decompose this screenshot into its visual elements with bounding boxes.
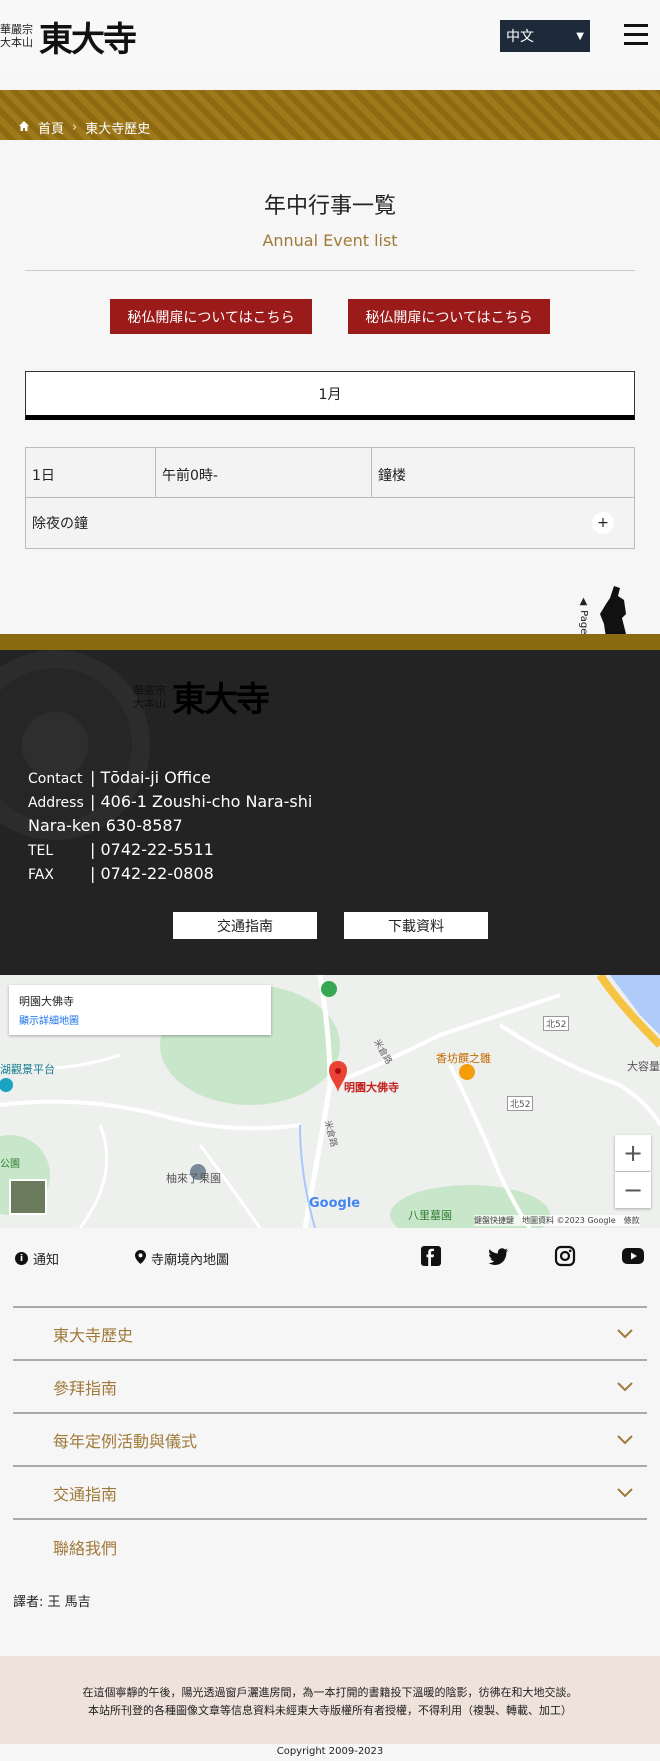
home-icon (18, 120, 30, 136)
info-icon: i (15, 1252, 28, 1265)
notice-link[interactable]: i 通知 (15, 1249, 59, 1268)
map-label-lake: 湖觀景平台 (0, 1063, 55, 1076)
accordion-item-annual-events[interactable]: 每年定例活動與儀式 (13, 1414, 647, 1467)
accordion-item-contact[interactable]: 聯絡我們 (13, 1520, 647, 1573)
map-pin-label: 明園大佛寺 (344, 1081, 399, 1094)
contact-value: | Tōdai-ji Office (90, 768, 211, 787)
google-map[interactable]: 明園大佛寺 顯示詳細地圖 明園大佛寺 湖觀景平台 柚來了果園 香坊饌之雛 公園 … (0, 975, 660, 1228)
map-label-right: 大容量 (627, 1060, 660, 1073)
site-header: 華嚴宗 大本山 東大寺 中文 ▼ (0, 0, 660, 72)
event-date: 1日 (26, 448, 156, 497)
map-label-north52b: 北52 (507, 1096, 534, 1111)
chevron-down-icon (617, 1434, 633, 1444)
fax-label: FAX (28, 867, 54, 883)
accordion-item-visit-guide[interactable]: 參拜指南 (13, 1361, 647, 1414)
twitter-icon[interactable] (487, 1245, 509, 1267)
accordion-label: 參拜指南 (53, 1378, 118, 1398)
tel-label: TEL (28, 843, 54, 859)
accordion-label: 聯絡我們 (53, 1538, 118, 1558)
month-tab[interactable]: 1月 (25, 371, 635, 420)
secret-buddha-button-right[interactable]: 秘仏開扉についてはこちら (348, 299, 550, 334)
event-time: 午前0時- (156, 448, 372, 497)
footer-logo-big-text: 東大寺 (172, 680, 270, 720)
divider (25, 270, 635, 271)
fax-value: | 0742-22-0808 (90, 864, 214, 883)
google-logo: Google (309, 1196, 361, 1211)
copyright: Copyright 2009-2023 (0, 1744, 660, 1761)
tel-value[interactable]: | 0742-22-5511 (90, 840, 214, 859)
instagram-icon[interactable] (554, 1245, 576, 1267)
chevron-down-icon: ▼ (576, 30, 584, 42)
breadcrumb: 首頁 › 東大寺歷史 (18, 118, 150, 137)
temple-map-link-label: 寺廟境內地圖 (151, 1253, 230, 1268)
chevron-right-icon: › (72, 120, 78, 135)
chevron-down-icon (617, 1381, 633, 1391)
hamburger-menu-icon[interactable] (624, 24, 648, 46)
expand-icon[interactable]: + (592, 512, 614, 534)
chevron-down-icon (617, 1487, 633, 1497)
address-value: | 406-1 Zoushi-cho Nara-shi (90, 792, 313, 811)
page-subtitle: Annual Event list (262, 231, 398, 250)
translator-credit: 譯者: 王 馬吉 (13, 1595, 91, 1610)
notice-line1: 在這個寧靜的午後，陽光透過窗戶灑進房間，為一本打開的書籍投下溫暖的陰影，彷彿在和… (82, 1686, 578, 1699)
copyright-notice: 在這個寧靜的午後，陽光透過窗戶灑進房間，為一本打開的書籍投下溫暖的陰影，彷彿在和… (0, 1656, 660, 1744)
map-label-food: 香坊饌之雛 (436, 1052, 491, 1065)
download-button[interactable]: 下載資料 (344, 912, 488, 939)
breadcrumb-current: 東大寺歷史 (85, 122, 151, 137)
address-label: Address (28, 795, 84, 811)
language-select[interactable]: 中文 ▼ (500, 20, 590, 52)
accordion-item-transport[interactable]: 交通指南 (13, 1467, 647, 1520)
notice-link-label: 通知 (33, 1253, 60, 1268)
logo-small-line2: 大本山 (0, 36, 33, 49)
secret-buddha-button-left[interactable]: 秘仏開扉についてはこちら (110, 299, 312, 334)
accordion-label: 每年定例活動與儀式 (53, 1431, 198, 1451)
transport-button[interactable]: 交通指南 (173, 912, 317, 939)
logo-small-line1: 華嚴宗 (0, 23, 33, 36)
footer-logo-small-line2: 大本山 (133, 696, 166, 710)
contact-label: Contact (28, 771, 83, 787)
chevron-down-icon (617, 1328, 633, 1338)
map-attribution[interactable]: 鍵盤快捷鍵 地圖資料 ©2023 Google 條款 (474, 1215, 640, 1226)
map-label-park: 公園 (0, 1159, 20, 1170)
zoom-in-button[interactable]: + (615, 1135, 651, 1171)
youtube-icon[interactable] (621, 1245, 645, 1267)
accordion-item-history[interactable]: 東大寺歷史 (13, 1308, 647, 1361)
lotus-crest-icon (0, 650, 150, 840)
language-select-value: 中文 (506, 29, 534, 45)
event-table: 1日 午前0時- 鐘楼 除夜の鐘 + (25, 447, 635, 549)
map-label-north52a: 北52 (543, 1016, 570, 1031)
footer-logo[interactable]: 華嚴宗 大本山 東大寺 (133, 672, 270, 721)
accordion-label: 交通指南 (53, 1484, 118, 1504)
page-title: 年中行事一覧 (263, 194, 396, 219)
address-line: Address | 406-1 Zoushi-cho Nara-shi (28, 792, 312, 811)
logo-big-text: 東大寺 (39, 19, 137, 60)
map-label-fruit: 柚來了果園 (166, 1172, 221, 1185)
event-detail-row[interactable]: 除夜の鐘 + (26, 498, 634, 548)
map-pin-icon (135, 1249, 146, 1268)
map-info-card: 明園大佛寺 顯示詳細地圖 (9, 985, 271, 1035)
address-line2: Nara-ken 630-8587 (28, 816, 183, 835)
zoom-out-button[interactable]: − (615, 1172, 651, 1208)
site-logo[interactable]: 華嚴宗 大本山 東大寺 (0, 14, 137, 60)
fax-line: FAX | 0742-22-0808 (28, 864, 214, 883)
accordion-label: 東大寺歷史 (53, 1325, 134, 1345)
event-name: 除夜の鐘 (32, 516, 88, 532)
footer-logo-small-line1: 華嚴宗 (133, 683, 166, 697)
temple-map-link[interactable]: 寺廟境內地圖 (135, 1249, 229, 1268)
map-card-title: 明園大佛寺 (19, 995, 74, 1008)
facebook-icon[interactable] (420, 1245, 442, 1267)
map-label-village: 八里墓園 (408, 1209, 452, 1222)
breadcrumb-home[interactable]: 首頁 (38, 118, 64, 137)
map-detail-link[interactable]: 顯示詳細地圖 (19, 1012, 261, 1027)
contact-line: Contact | Tōdai-ji Office (28, 768, 211, 787)
event-row: 1日 午前0時- 鐘楼 (26, 448, 634, 498)
notice-line2: 本站所刊登的各種圖像文章等信息資料未經東大寺版權所有者授權，不得利用（複製、轉載… (88, 1704, 572, 1717)
tel-line: TEL | 0742-22-5511 (28, 840, 214, 859)
footer-gold-strip (0, 634, 660, 650)
event-place: 鐘楼 (378, 468, 406, 484)
site-footer: 華嚴宗 大本山 東大寺 Contact | Tōdai-ji Office Add… (0, 650, 660, 975)
